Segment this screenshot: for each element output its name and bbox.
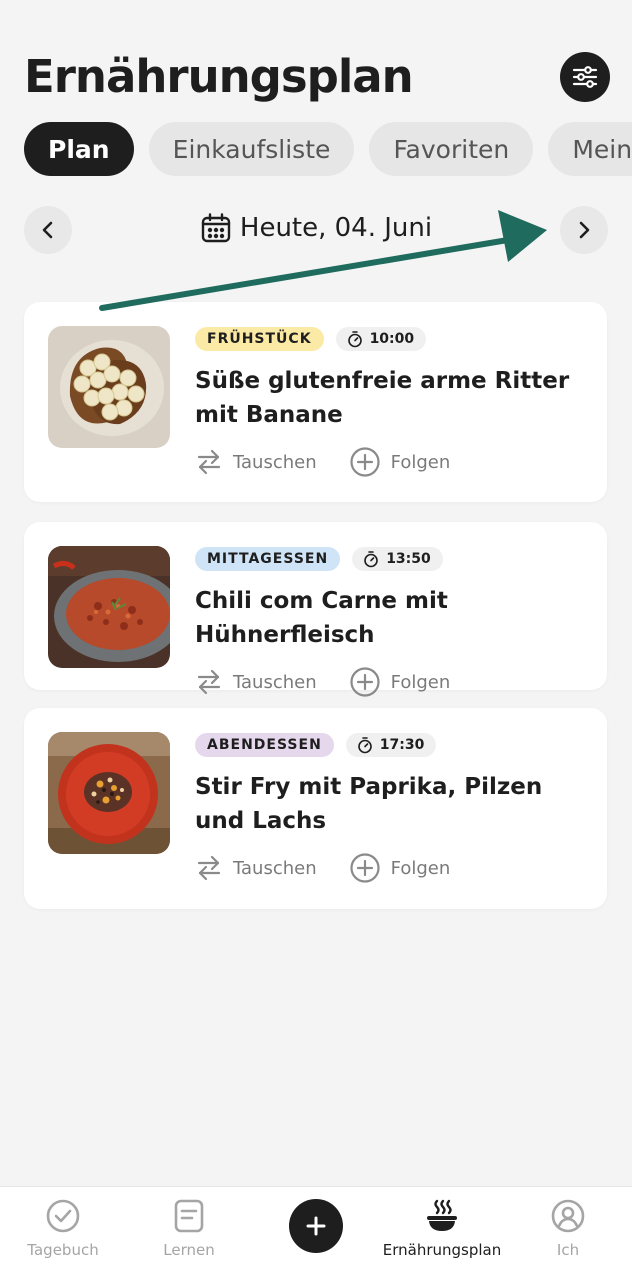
- date-label: Heute, 04. Juni: [239, 213, 433, 243]
- stopwatch-icon: [364, 551, 378, 568]
- bowl-icon: [427, 1199, 457, 1231]
- swap-icon: [197, 669, 221, 695]
- nav-label: Lernen: [163, 1241, 215, 1259]
- meal-body: MITTAGESSEN 13:50 Chili com Carne mit Hü…: [195, 546, 583, 698]
- next-day-button[interactable]: [560, 206, 608, 254]
- nav-label: Tagebuch: [27, 1241, 99, 1259]
- nav-label: Ernährungsplan: [382, 1241, 502, 1259]
- page-title: Ernährungsplan: [24, 50, 414, 103]
- meal-card-dinner[interactable]: ABENDESSEN 17:30 Stir Fry mit Paprika, P…: [24, 708, 607, 909]
- meal-image: [48, 732, 170, 854]
- swap-icon: [197, 449, 221, 475]
- meal-card-lunch[interactable]: MITTAGESSEN 13:50 Chili com Carne mit Hü…: [24, 522, 607, 697]
- meal-body: FRÜHSTÜCK 10:00 Süße glutenfreie arme Ri…: [195, 326, 583, 478]
- meal-actions: Tauschen Folgen: [195, 852, 583, 884]
- stir-fry-image: [48, 732, 170, 854]
- meal-actions: Tauschen Folgen: [195, 666, 583, 698]
- meal-body: ABENDESSEN 17:30 Stir Fry mit Paprika, P…: [195, 732, 583, 884]
- recipe-title[interactable]: Süße glutenfreie arme Ritter mit Banane: [195, 364, 583, 432]
- calendar-icon: [201, 213, 231, 243]
- time-badge: 17:30: [345, 733, 437, 757]
- swap-label: Tauschen: [233, 671, 317, 693]
- check-circle-icon: [46, 1199, 80, 1233]
- user-icon: [551, 1199, 585, 1233]
- swap-button[interactable]: Tauschen: [195, 448, 317, 476]
- nav-item-tagebuch[interactable]: Tagebuch: [0, 1197, 126, 1259]
- meal-category-badge: MITTAGESSEN: [195, 547, 341, 571]
- meal-image: [48, 546, 170, 668]
- plus-circle-icon: [350, 667, 380, 697]
- meal-category-badge: FRÜHSTÜCK: [195, 327, 324, 351]
- sliders-icon: [572, 66, 598, 88]
- recipe-title[interactable]: Chili com Carne mit Hühnerfleisch: [195, 584, 583, 652]
- tab-bar: Plan Einkaufsliste Favoriten Mein: [24, 122, 632, 178]
- meal-image: [48, 326, 170, 448]
- chevron-right-icon: [579, 221, 590, 239]
- time-badge: 10:00: [335, 327, 427, 351]
- meal-time: 13:50: [386, 551, 431, 567]
- follow-button[interactable]: Folgen: [349, 446, 451, 478]
- nav-item-lernen[interactable]: Lernen: [126, 1197, 252, 1259]
- follow-label: Folgen: [390, 857, 451, 879]
- nav-label: Ich: [556, 1241, 580, 1259]
- stopwatch-icon: [357, 737, 372, 754]
- meal-badges: MITTAGESSEN 13:50: [195, 546, 583, 572]
- swap-label: Tauschen: [233, 857, 317, 879]
- date-navigation: Heute, 04. Juni: [24, 206, 608, 256]
- header: Ernährungsplan: [24, 44, 610, 114]
- filter-button[interactable]: [560, 52, 610, 102]
- add-button[interactable]: [289, 1199, 343, 1253]
- meal-time: 17:30: [379, 737, 425, 753]
- swap-label: Tauschen: [233, 451, 317, 473]
- nav-item-ich[interactable]: Ich: [505, 1197, 631, 1259]
- chili-image: [48, 546, 170, 668]
- plus-circle-icon: [350, 447, 380, 477]
- meal-actions: Tauschen Folgen: [195, 446, 583, 478]
- tab-mein[interactable]: Mein: [548, 122, 632, 176]
- meal-time: 10:00: [369, 331, 415, 347]
- time-badge: 13:50: [352, 547, 443, 571]
- swap-icon: [197, 855, 221, 881]
- plus-icon: [306, 1216, 326, 1236]
- meal-category-badge: ABENDESSEN: [195, 733, 334, 757]
- plus-circle-icon: [350, 853, 380, 883]
- follow-button[interactable]: Folgen: [349, 852, 451, 884]
- meal-badges: ABENDESSEN 17:30: [195, 732, 583, 758]
- follow-label: Folgen: [390, 671, 451, 693]
- document-icon: [174, 1199, 204, 1233]
- french-toast-image: [48, 326, 170, 448]
- stopwatch-icon: [347, 331, 362, 348]
- recipe-title[interactable]: Stir Fry mit Paprika, Pilzen und Lachs: [195, 770, 583, 838]
- meal-card-breakfast[interactable]: FRÜHSTÜCK 10:00 Süße glutenfreie arme Ri…: [24, 302, 607, 502]
- date-display: Heute, 04. Juni: [24, 212, 608, 244]
- swap-button[interactable]: Tauschen: [195, 668, 317, 696]
- bottom-navigation: Tagebuch Lernen Ernährungsplan Ich: [0, 1186, 632, 1280]
- swap-button[interactable]: Tauschen: [195, 854, 317, 882]
- nav-item-ernaehrungsplan[interactable]: Ernährungsplan: [379, 1197, 505, 1259]
- tab-favoriten[interactable]: Favoriten: [369, 122, 534, 176]
- tab-einkaufsliste[interactable]: Einkaufsliste: [148, 122, 355, 176]
- follow-button[interactable]: Folgen: [349, 666, 451, 698]
- follow-label: Folgen: [390, 451, 451, 473]
- meal-badges: FRÜHSTÜCK 10:00: [195, 326, 583, 352]
- tab-plan[interactable]: Plan: [24, 122, 134, 176]
